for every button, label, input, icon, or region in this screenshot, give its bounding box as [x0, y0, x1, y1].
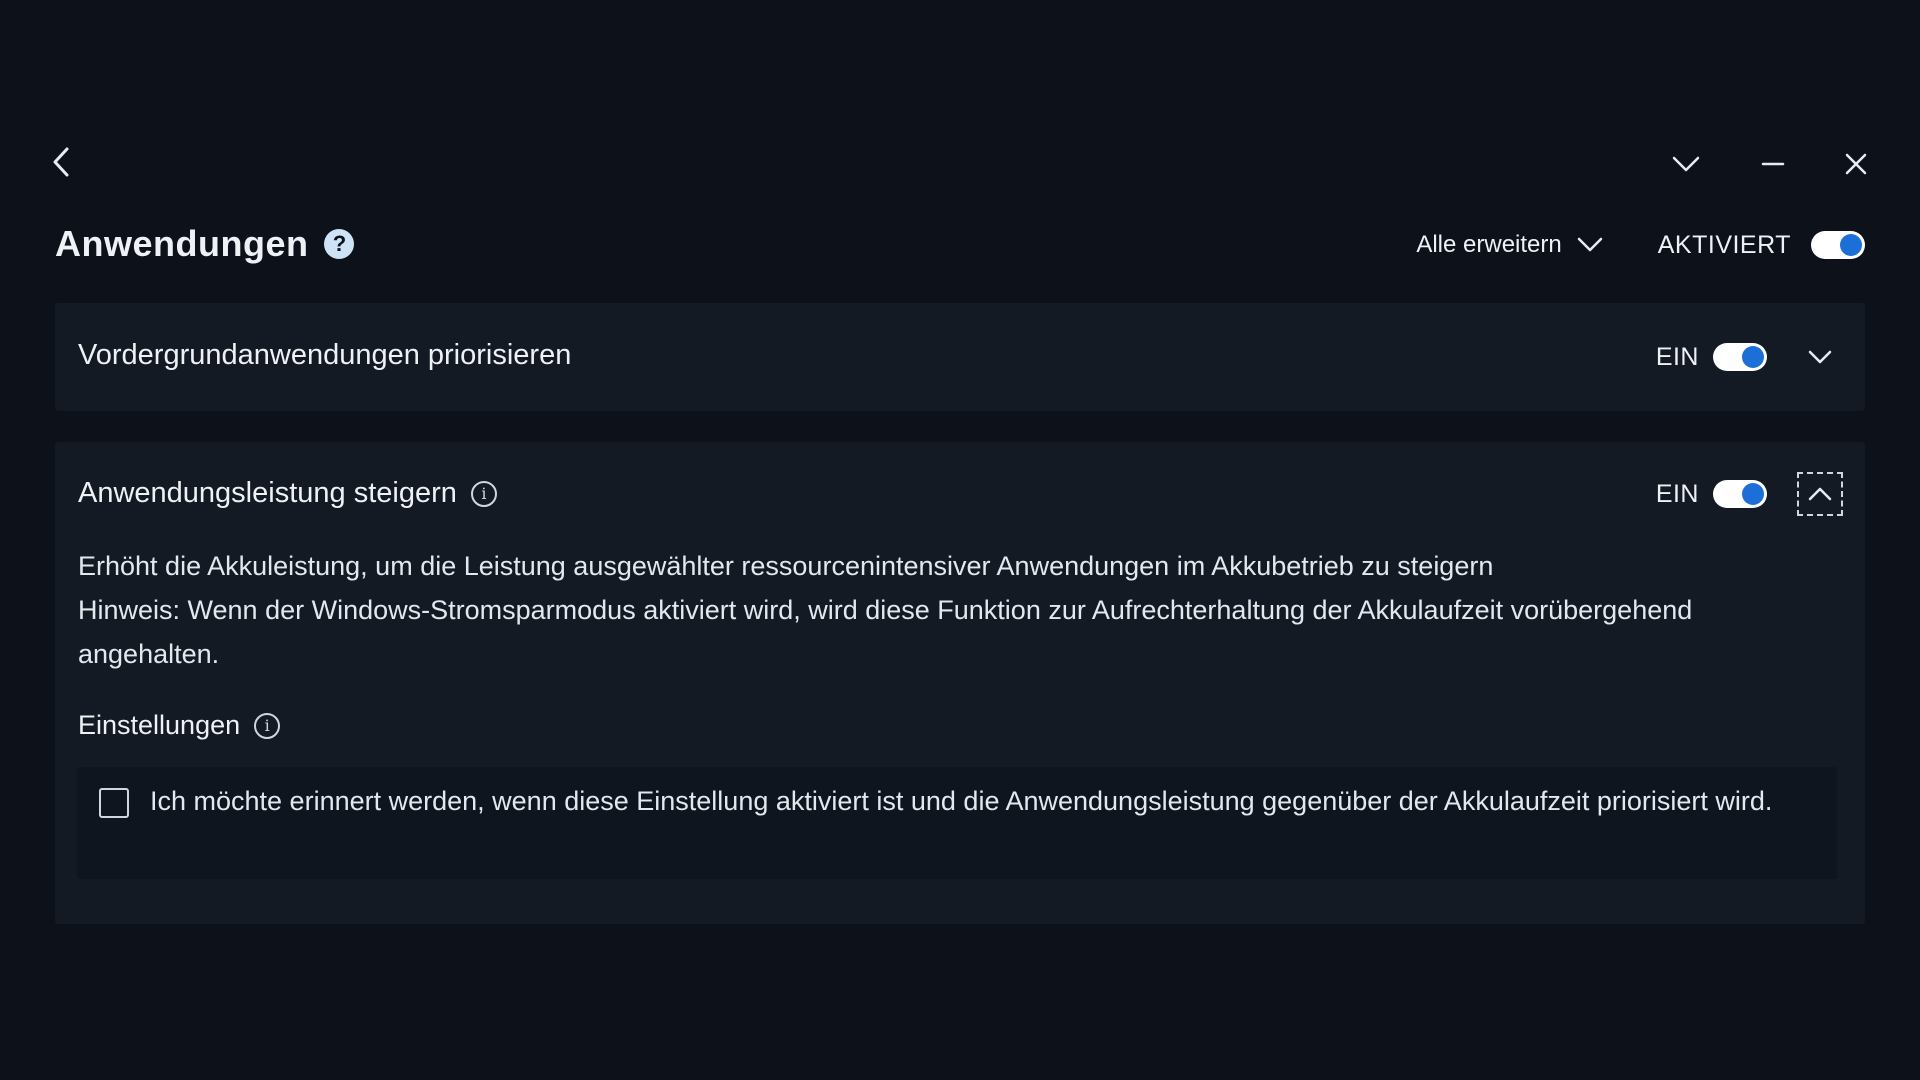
- page-title: Anwendungen: [55, 223, 309, 264]
- master-status-label: AKTIVIERT: [1657, 230, 1791, 259]
- section-title-text: Vordergrundanwendungen priorisieren: [78, 339, 572, 371]
- header-actions: Alle erweitern AKTIVIERT: [1416, 222, 1865, 268]
- toggle-knob: [1742, 346, 1764, 368]
- settings-heading: Einstellungen i: [78, 710, 281, 741]
- section-state-label: EIN: [1655, 342, 1699, 371]
- section-controls: EIN: [1656, 335, 1843, 379]
- reminder-option: Ich möchte erinnert werden, wenn diese E…: [77, 767, 1837, 879]
- reminder-checkbox-label[interactable]: Ich möchte erinnert werden, wenn diese E…: [150, 779, 1790, 823]
- master-toggle[interactable]: [1811, 231, 1865, 259]
- section-controls: EIN: [1656, 472, 1843, 516]
- page-header: Anwendungen ?: [55, 218, 355, 270]
- close-icon: [1845, 153, 1867, 175]
- settings-heading-text: Einstellungen: [78, 710, 241, 740]
- section-app-performance: Anwendungsleistung steigern i EIN Erhöht…: [55, 442, 1865, 924]
- minimize-button[interactable]: [1753, 144, 1793, 184]
- collapse-section-button[interactable]: [1797, 472, 1843, 516]
- section-title-text: Anwendungsleistung steigern: [78, 477, 457, 509]
- collapse-window-button[interactable]: [1666, 144, 1706, 184]
- chevron-down-icon: [1672, 156, 1700, 172]
- help-icon[interactable]: ?: [324, 229, 355, 259]
- reminder-checkbox[interactable]: [99, 788, 129, 818]
- close-button[interactable]: [1836, 144, 1876, 184]
- info-icon[interactable]: i: [254, 712, 281, 739]
- chevron-down-icon: [1808, 350, 1832, 364]
- app-window: Anwendungen ? Alle erweitern AKTIVIERT V…: [0, 0, 1920, 1080]
- foreground-apps-toggle[interactable]: [1713, 343, 1767, 371]
- expand-all-button[interactable]: Alle erweitern: [1416, 231, 1603, 259]
- section-state-label: EIN: [1655, 479, 1699, 508]
- chevron-down-icon: [1577, 237, 1602, 252]
- description-note: Hinweis: Wenn der Windows-Stromsparmodus…: [78, 595, 1693, 669]
- info-icon[interactable]: i: [470, 480, 497, 507]
- expand-section-button[interactable]: [1797, 335, 1843, 379]
- toggle-knob: [1742, 483, 1764, 505]
- toggle-knob: [1840, 234, 1862, 256]
- expand-all-label: Alle erweitern: [1416, 231, 1562, 258]
- chevron-left-icon: [53, 147, 69, 177]
- section-description: Erhöht die Akkuleistung, um die Leistung…: [78, 544, 1778, 676]
- minimize-icon: [1761, 162, 1785, 166]
- back-button[interactable]: [42, 142, 82, 182]
- chevron-up-icon: [1808, 487, 1832, 501]
- section-foreground-apps: Vordergrundanwendungen priorisieren EIN: [55, 303, 1865, 411]
- section-title: Vordergrundanwendungen priorisieren: [78, 339, 571, 372]
- section-title: Anwendungsleistung steigern i: [78, 477, 497, 510]
- app-performance-toggle[interactable]: [1713, 480, 1767, 508]
- description-line: Erhöht die Akkuleistung, um die Leistung…: [78, 551, 1494, 581]
